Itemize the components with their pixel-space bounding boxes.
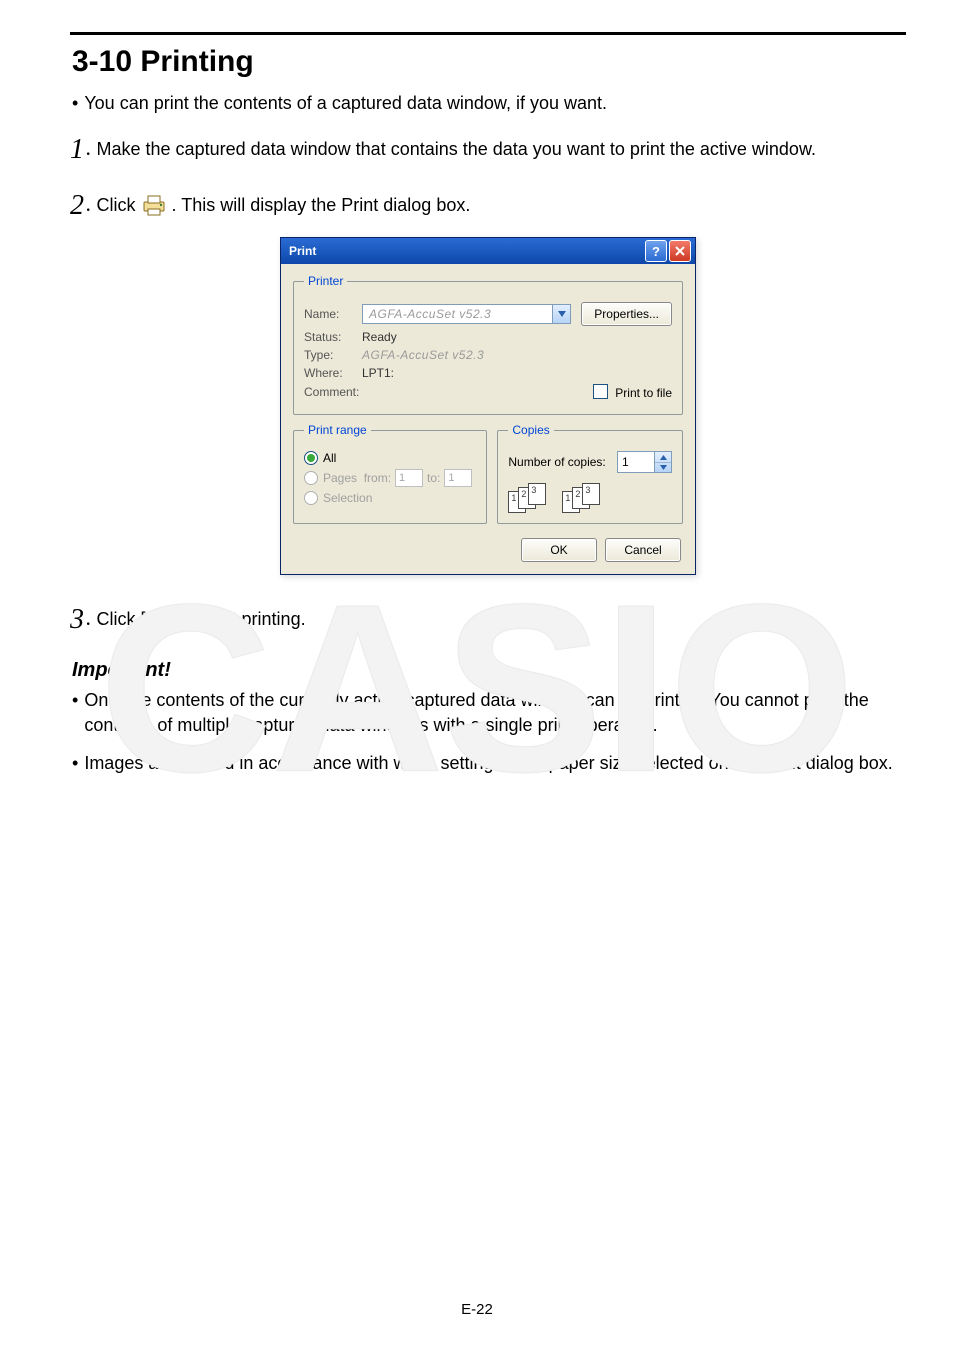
type-value: AGFA-AccuSet v52.3 <box>362 348 484 362</box>
copies-spinner[interactable] <box>655 451 672 473</box>
range-all-label: All <box>323 451 336 465</box>
print-to-file-option[interactable]: Print to file <box>593 384 672 400</box>
radio-pages <box>304 471 318 485</box>
step-1-text: Make the captured data window that conta… <box>97 139 816 159</box>
printer-name-value: AGFA-AccuSet v52.3 <box>369 307 491 321</box>
comment-label: Comment: <box>304 385 362 399</box>
copies-legend: Copies <box>508 423 553 437</box>
copies-input[interactable]: 1 <box>617 451 655 473</box>
status-value: Ready <box>362 330 397 344</box>
section-title: 3-10 Printing <box>72 45 906 79</box>
intro-bullet: • You can print the contents of a captur… <box>72 91 906 115</box>
important-bullet-2: • Images are printed in accordance with … <box>72 751 906 775</box>
range-all-option[interactable]: All <box>304 451 476 465</box>
printer-legend: Printer <box>304 274 347 288</box>
radio-all[interactable] <box>304 451 318 465</box>
from-input: 1 <box>395 469 423 487</box>
dialog-titlebar[interactable]: Print ? <box>281 238 695 264</box>
step-3-number: 3 <box>70 599 84 641</box>
cancel-button[interactable]: Cancel <box>605 538 681 562</box>
step-3: 3. Click [OK] to start printing. <box>70 599 906 641</box>
step-2: 2. Click . This will display the Print d… <box>70 185 906 227</box>
printer-name-select[interactable]: AGFA-AccuSet v52.3 <box>362 304 571 324</box>
print-to-file-checkbox[interactable] <box>593 384 608 399</box>
sheet-icon: 3 <box>582 483 600 505</box>
important-heading: Important! <box>72 659 906 682</box>
important-text-2: Images are printed in accordance with wi… <box>84 751 892 775</box>
to-input: 1 <box>444 469 472 487</box>
spinner-up-icon[interactable] <box>655 452 671 463</box>
step-2-pre: Click <box>97 195 141 215</box>
help-button[interactable]: ? <box>645 240 667 262</box>
ok-button[interactable]: OK <box>521 538 597 562</box>
print-range-group: Print range All Pages from: 1 to: <box>293 423 487 524</box>
print-to-file-label: Print to file <box>615 386 672 400</box>
where-label: Where: <box>304 366 362 380</box>
print-dialog: Print ? Printer Name: AGFA-AccuSet v52.3 <box>280 237 696 575</box>
page-footer: E-22 <box>0 1301 954 1318</box>
printer-group: Printer Name: AGFA-AccuSet v52.3 Propert… <box>293 274 683 415</box>
to-label: to: <box>427 471 440 485</box>
where-value: LPT1: <box>362 366 394 380</box>
important-text-1: Only the contents of the currently activ… <box>84 688 906 737</box>
type-label: Type: <box>304 348 362 362</box>
intro-text: You can print the contents of a captured… <box>84 91 607 115</box>
step-2-number: 2 <box>70 185 84 227</box>
dropdown-icon[interactable] <box>552 305 570 323</box>
range-pages-label: Pages <box>323 471 357 485</box>
from-label: from: <box>364 471 391 485</box>
step-3-text: Click [OK] to start printing. <box>97 609 306 629</box>
status-label: Status: <box>304 330 362 344</box>
range-selection-option: Selection <box>304 491 476 505</box>
copies-label: Number of copies: <box>508 455 605 469</box>
radio-selection <box>304 491 318 505</box>
important-bullet-1: • Only the contents of the currently act… <box>72 688 906 737</box>
copies-group: Copies Number of copies: 1 <box>497 423 683 524</box>
name-label: Name: <box>304 307 362 321</box>
spinner-down-icon[interactable] <box>655 463 671 473</box>
range-selection-label: Selection <box>323 491 372 505</box>
properties-button[interactable]: Properties... <box>581 302 672 326</box>
dialog-title: Print <box>289 244 316 258</box>
close-button[interactable] <box>669 240 691 262</box>
range-pages-option: Pages from: 1 to: 1 <box>304 469 476 487</box>
printer-icon <box>141 194 167 216</box>
step-1-number: 1 <box>70 129 84 171</box>
collate-illustration: 1 2 3 1 2 3 <box>508 483 672 513</box>
print-range-legend: Print range <box>304 423 371 437</box>
section-rule <box>70 32 906 35</box>
sheet-icon: 3 <box>528 483 546 505</box>
step-1: 1. Make the captured data window that co… <box>70 129 906 171</box>
step-2-post: . This will display the Print dialog box… <box>172 195 471 215</box>
